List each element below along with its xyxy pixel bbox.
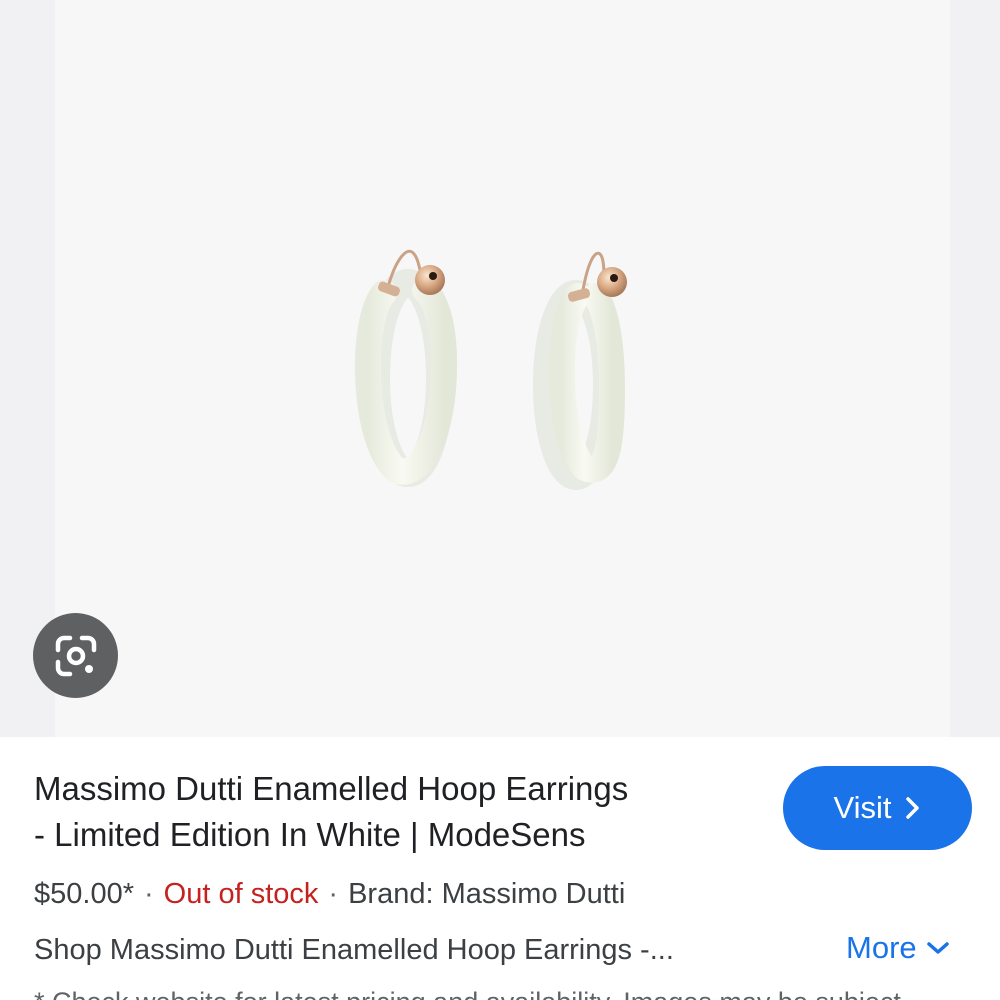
product-title[interactable]: Massimo Dutti Enamelled Hoop Earrings - … xyxy=(34,766,754,858)
google-lens-icon xyxy=(55,635,96,676)
product-image-area xyxy=(0,0,1000,737)
right-earring xyxy=(533,251,627,490)
product-title-line2: - Limited Edition In White | ModeSens xyxy=(34,816,586,853)
product-image[interactable] xyxy=(0,0,1000,737)
price: $50.00* xyxy=(34,878,134,910)
product-meta-row: $50.00* · Out of stock · Brand: Massimo Dutt… xyxy=(34,874,625,914)
chevron-down-icon xyxy=(926,942,949,954)
stock-status: Out of stock xyxy=(163,878,319,910)
visit-button-label: Visit xyxy=(833,790,892,825)
chevron-right-icon xyxy=(905,797,919,819)
product-description: Shop Massimo Dutti Enamelled Hoop Earrin… xyxy=(34,934,674,966)
visit-button[interactable]: Visit xyxy=(783,766,972,850)
lens-search-button[interactable] xyxy=(33,613,118,698)
left-earring xyxy=(354,249,458,487)
more-button-label: More xyxy=(846,930,917,965)
separator-dot: · xyxy=(144,878,154,910)
product-title-line1: Massimo Dutti Enamelled Hoop Earrings xyxy=(34,770,629,807)
pricing-footnote: * Check website for latest pricing and a… xyxy=(34,984,901,1000)
more-button[interactable]: More xyxy=(846,928,951,968)
brand: Brand: Massimo Dutti xyxy=(348,878,626,910)
separator-dot: · xyxy=(328,878,339,910)
search-result-detail: Massimo Dutti Enamelled Hoop Earrings - … xyxy=(0,0,1000,1000)
